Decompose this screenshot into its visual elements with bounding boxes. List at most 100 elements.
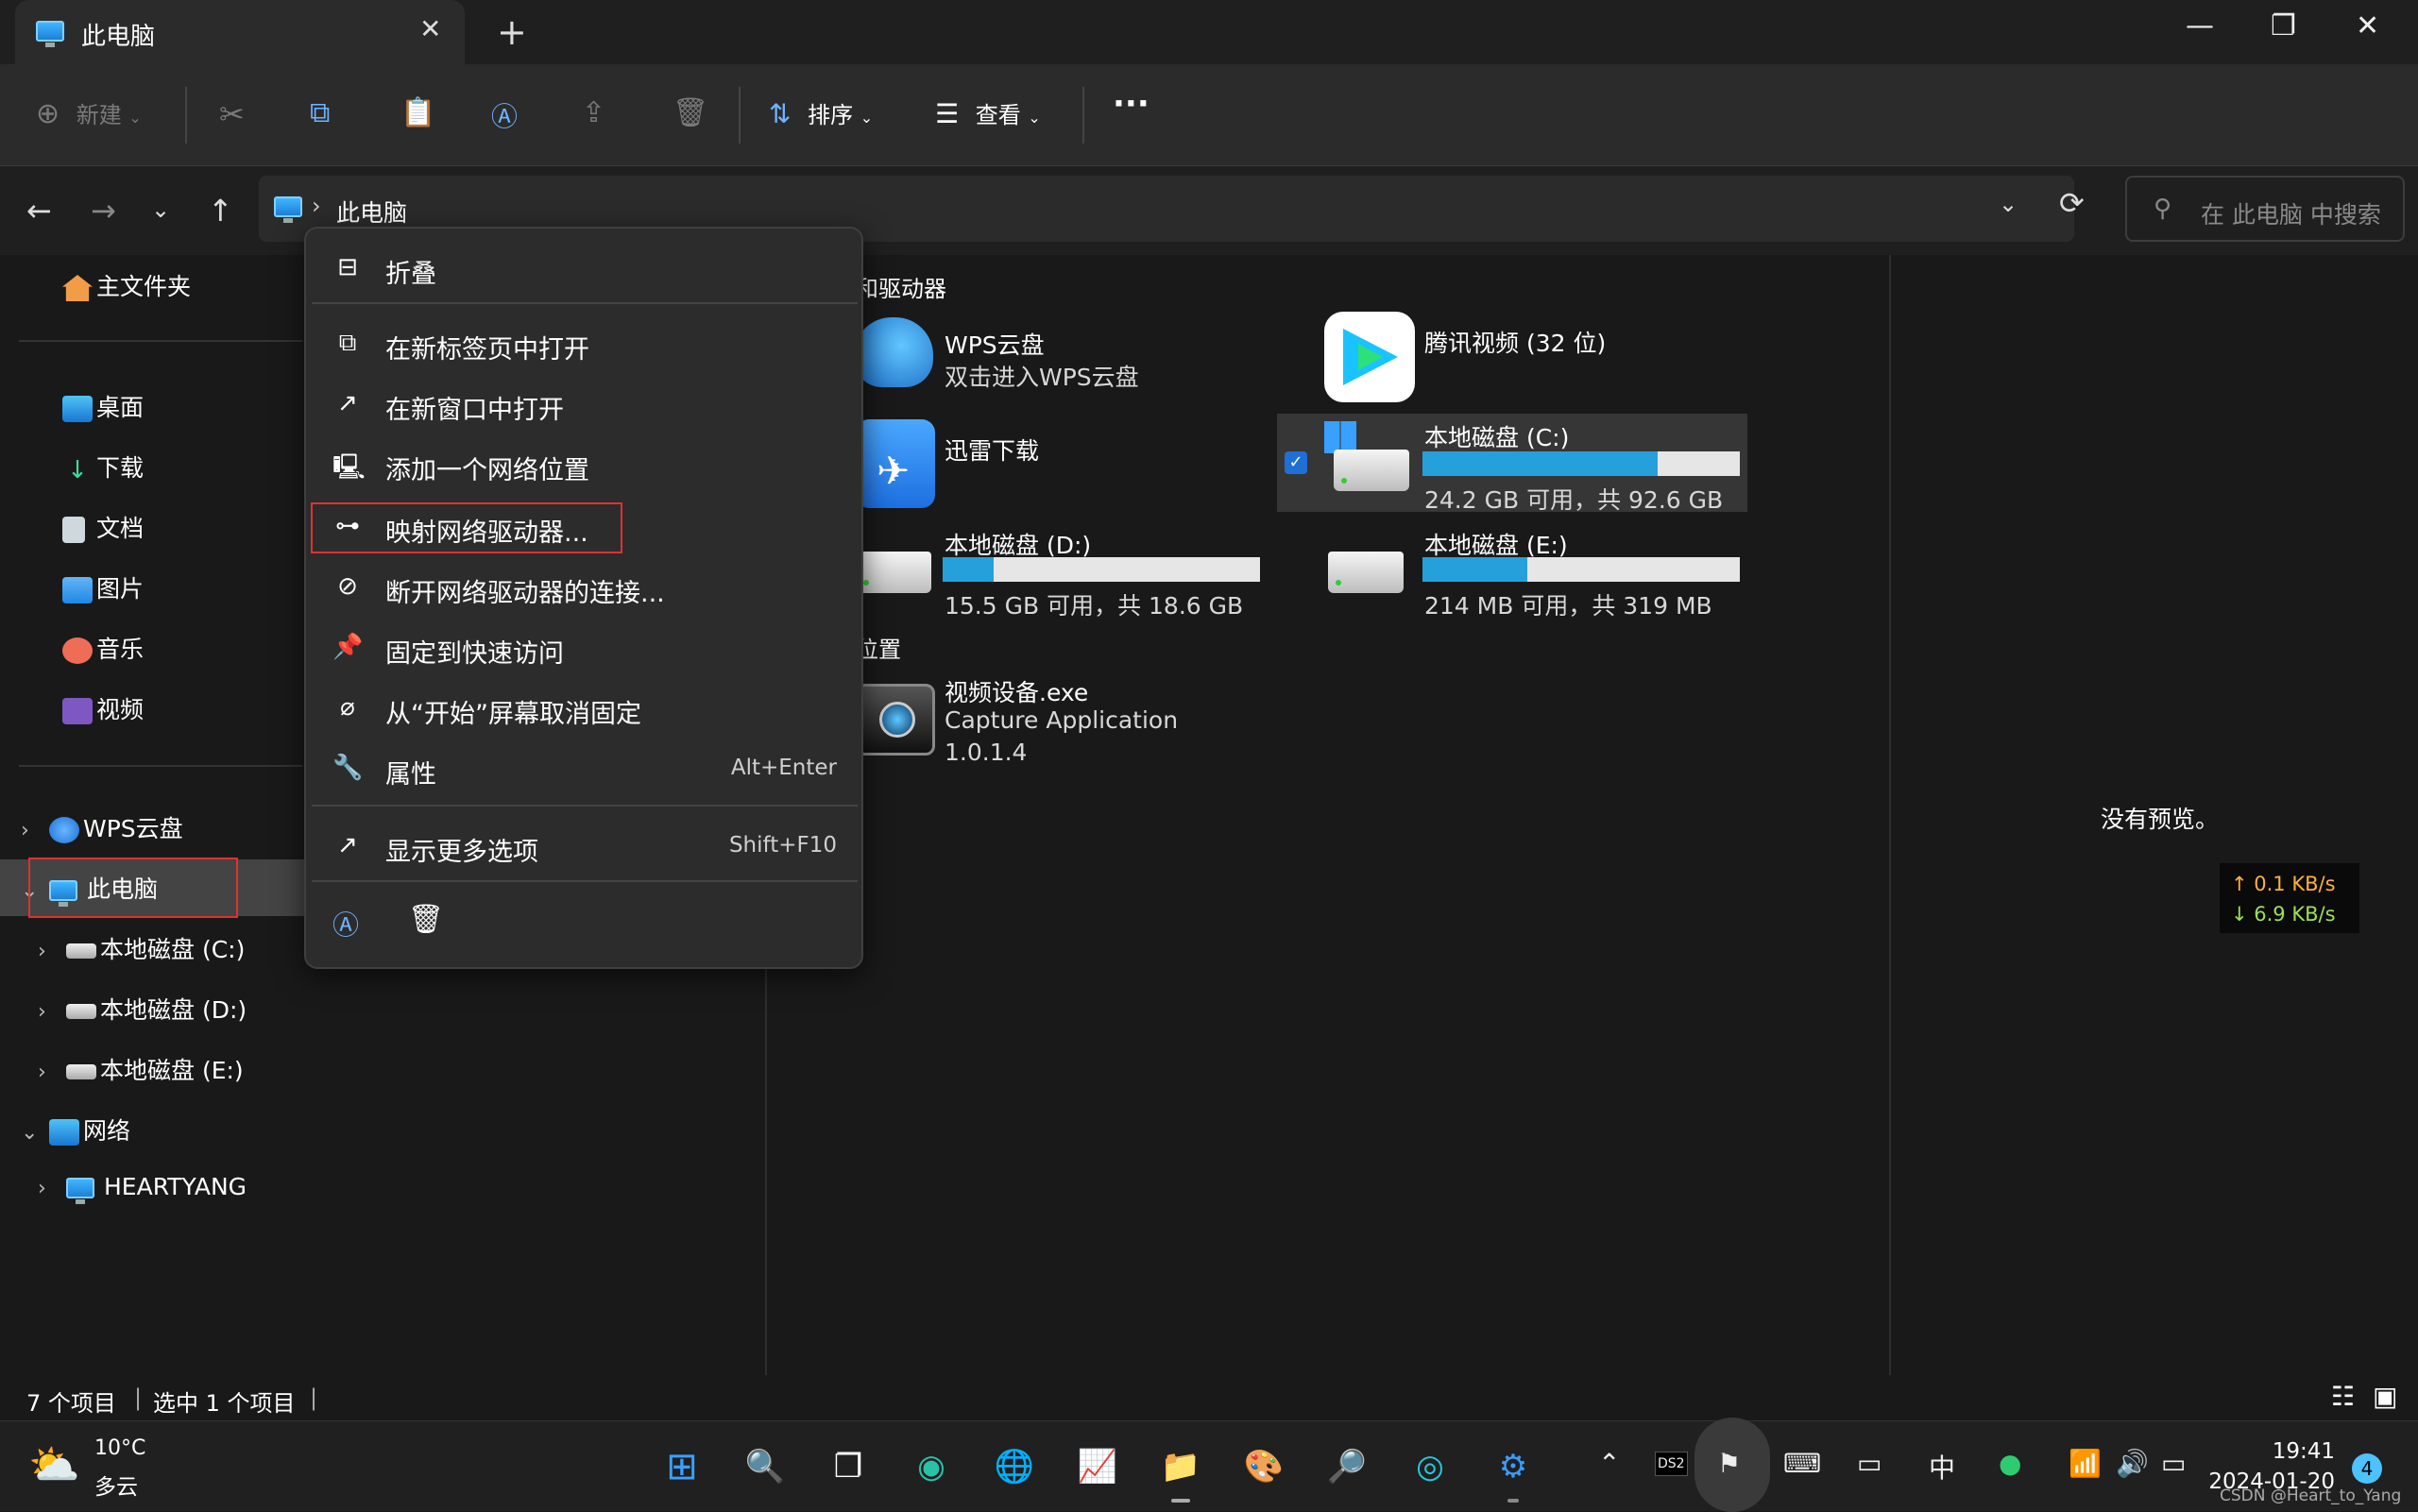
menu-item-open-new-window[interactable]: ↗ 在新窗口中打开	[306, 376, 863, 431]
chevron-down-icon[interactable]: ⌄	[21, 1121, 49, 1145]
item-xunlei-title[interactable]: 迅雷下载	[945, 433, 1039, 467]
wifi-icon[interactable]: 📶	[2069, 1448, 2102, 1479]
toolbar-divider	[185, 87, 187, 144]
sidebar-item-drive-d[interactable]: › 本地磁盘 (D:)	[38, 992, 247, 1026]
tablet-mode-icon[interactable]: ▭	[1857, 1448, 1882, 1479]
delete-icon[interactable]: 🗑	[673, 96, 708, 129]
network-location-icon: 🖳	[332, 453, 366, 482]
close-window-button[interactable]: ✕	[2356, 9, 2379, 42]
back-button[interactable]: ←	[26, 193, 52, 229]
more-options-button[interactable]: ···	[1113, 85, 1149, 123]
chevron-down-icon: ⌄	[128, 109, 142, 127]
menu-label: 在新窗口中打开	[385, 396, 564, 425]
file-explorer-icon[interactable]: 📁	[1156, 1442, 1205, 1491]
network-icon	[49, 1119, 79, 1146]
sidebar-item-downloads[interactable]: ↓ 下载	[62, 450, 144, 484]
details-view-icon[interactable]: ☷	[2331, 1381, 2355, 1412]
menu-item-collapse[interactable]: ⊟ 折叠	[306, 240, 863, 295]
menu-item-properties[interactable]: 🔧 属性 Alt+Enter	[306, 740, 863, 795]
item-d-subtitle: 15.5 GB 可用，共 18.6 GB	[945, 592, 1244, 620]
chevron-right-icon[interactable]: ›	[38, 1177, 66, 1200]
share-icon[interactable]: ⇪	[582, 96, 605, 129]
forward-button[interactable]: →	[91, 193, 116, 229]
battery-icon[interactable]: ▭	[2161, 1448, 2186, 1479]
keyboard-icon[interactable]: ⌨	[1783, 1448, 1821, 1479]
paint-icon[interactable]: 🎨	[1239, 1442, 1288, 1491]
chevron-right-icon[interactable]: ›	[21, 819, 49, 842]
paste-icon[interactable]: 📋	[400, 96, 435, 129]
sidebar-item-videos[interactable]: 视频	[62, 691, 144, 725]
new-tab-button[interactable]: +	[497, 11, 527, 53]
drive-d-icon	[856, 552, 931, 593]
resource-monitor-icon[interactable]: 📈	[1073, 1442, 1122, 1491]
sidebar-item-music[interactable]: 音乐	[62, 631, 144, 665]
status-divider: |	[134, 1385, 143, 1411]
tab-close-button[interactable]: ✕	[419, 13, 441, 44]
sidebar-item-drive-c[interactable]: › 本地磁盘 (C:)	[38, 931, 245, 965]
volume-icon[interactable]: 🔊	[2116, 1448, 2149, 1479]
unpin-icon: ⌀	[340, 693, 355, 722]
sort-button[interactable]: ⇅ 排序 ⌄	[769, 96, 873, 129]
show-hidden-icons-chevron[interactable]: ⌃	[1598, 1448, 1620, 1479]
tab-this-pc[interactable]: 此电脑 ✕	[15, 0, 465, 64]
checkbox-checked-icon[interactable]: ✓	[1285, 451, 1307, 474]
menu-item-open-new-tab[interactable]: ⧉ 在新标签页中打开	[306, 315, 863, 370]
sidebar-item-documents[interactable]: 文档	[62, 510, 144, 544]
view-button[interactable]: ☰ 查看 ⌄	[935, 96, 1041, 129]
menu-item-add-network-location[interactable]: 🖳 添加一个网络位置	[306, 436, 863, 491]
sidebar-item-home[interactable]: 主文件夹	[62, 268, 191, 302]
settings-gear-icon[interactable]: ⚙	[1489, 1442, 1538, 1491]
up-button[interactable]: ↑	[208, 193, 233, 229]
magnifier-search-icon[interactable]: 🔎	[1322, 1442, 1371, 1491]
browser-globe-icon[interactable]: 🌐	[990, 1442, 1039, 1491]
menu-item-disconnect-network-drive[interactable]: ⊘ 断开网络驱动器的连接...	[306, 559, 863, 614]
recorder-icon[interactable]: ◎	[1405, 1442, 1455, 1491]
search-box[interactable]: ⚲ 在 此电脑 中搜索	[2125, 176, 2405, 242]
sidebar-item-network[interactable]: ⌄ 网络	[21, 1113, 130, 1147]
sidebar-label: 网络	[83, 1117, 131, 1145]
copy-icon[interactable]: ⧉	[310, 96, 330, 129]
item-e-title[interactable]: 本地磁盘 (E:)	[1424, 527, 1568, 561]
recent-locations-button[interactable]: ⌄	[151, 196, 170, 223]
sidebar-item-wps-cloud[interactable]: › WPS云盘	[21, 810, 183, 844]
item-video-title[interactable]: 视频设备.exe	[945, 674, 1088, 708]
sidebar-item-pictures[interactable]: 图片	[62, 570, 144, 604]
start-button[interactable]: ⊞	[657, 1442, 707, 1491]
item-c-title[interactable]: 本地磁盘 (C:)	[1424, 419, 1569, 453]
minimize-button[interactable]: —	[2186, 9, 2214, 42]
chevron-right-icon[interactable]: ›	[38, 1000, 66, 1024]
upload-speed: ↑ 0.1 KB/s	[2231, 873, 2336, 895]
menu-item-map-network-drive[interactable]: ⊶ 映射网络驱动器...	[306, 499, 863, 553]
sidebar-item-heartyang[interactable]: › HEARTYANG	[38, 1173, 247, 1204]
delete-icon[interactable]: 🗑	[408, 903, 444, 936]
restore-button[interactable]: ❐	[2271, 9, 2296, 42]
ds2-tray-icon[interactable]: DS2	[1655, 1452, 1688, 1476]
refresh-button[interactable]: ⟳	[2059, 185, 2085, 221]
rename-icon[interactable]: Ⓐ	[491, 96, 518, 134]
sidebar-label: 本地磁盘 (E:)	[100, 1057, 244, 1084]
chevron-right-icon[interactable]: ›	[38, 1061, 66, 1084]
chevron-right-icon[interactable]: ›	[38, 940, 66, 963]
task-view-icon[interactable]: ❐	[824, 1442, 873, 1491]
notification-badge[interactable]: 4	[2352, 1453, 2382, 1484]
item-wps-title[interactable]: WPS云盘	[945, 327, 1045, 361]
cut-icon[interactable]: ✂	[219, 96, 245, 132]
menu-item-pin-quick-access[interactable]: 📌 固定到快速访问	[306, 620, 863, 674]
large-icons-view-icon[interactable]: ▣	[2373, 1381, 2397, 1412]
menu-item-unpin-start[interactable]: ⌀ 从“开始”屏幕取消固定	[306, 680, 863, 735]
sidebar-item-desktop[interactable]: 桌面	[62, 389, 144, 423]
sidebar-item-drive-e[interactable]: › 本地磁盘 (E:)	[38, 1052, 244, 1086]
rename-icon[interactable]: Ⓐ	[332, 905, 359, 943]
new-button[interactable]: ⊕ 新建 ⌄	[36, 96, 142, 130]
item-d-title[interactable]: 本地磁盘 (D:)	[945, 527, 1091, 561]
search-icon[interactable]: 🔍	[741, 1442, 790, 1491]
flag-tray-icon[interactable]: ⚑	[1717, 1448, 1741, 1479]
item-tencent-title[interactable]: 腾讯视频 (32 位)	[1424, 325, 1606, 359]
green-app-tray-icon[interactable]: ●	[1999, 1448, 2021, 1479]
address-dropdown-icon[interactable]: ⌄	[1999, 191, 2018, 217]
breadcrumb-this-pc[interactable]: 此电脑	[336, 195, 407, 229]
menu-item-show-more-options[interactable]: ↗ 显示更多选项 Shift+F10	[306, 818, 863, 873]
input-method-indicator[interactable]: 中	[1929, 1448, 1955, 1486]
item-c-subtitle: 24.2 GB 可用，共 92.6 GB	[1424, 486, 1724, 514]
edge-icon[interactable]: ◉	[907, 1442, 956, 1491]
